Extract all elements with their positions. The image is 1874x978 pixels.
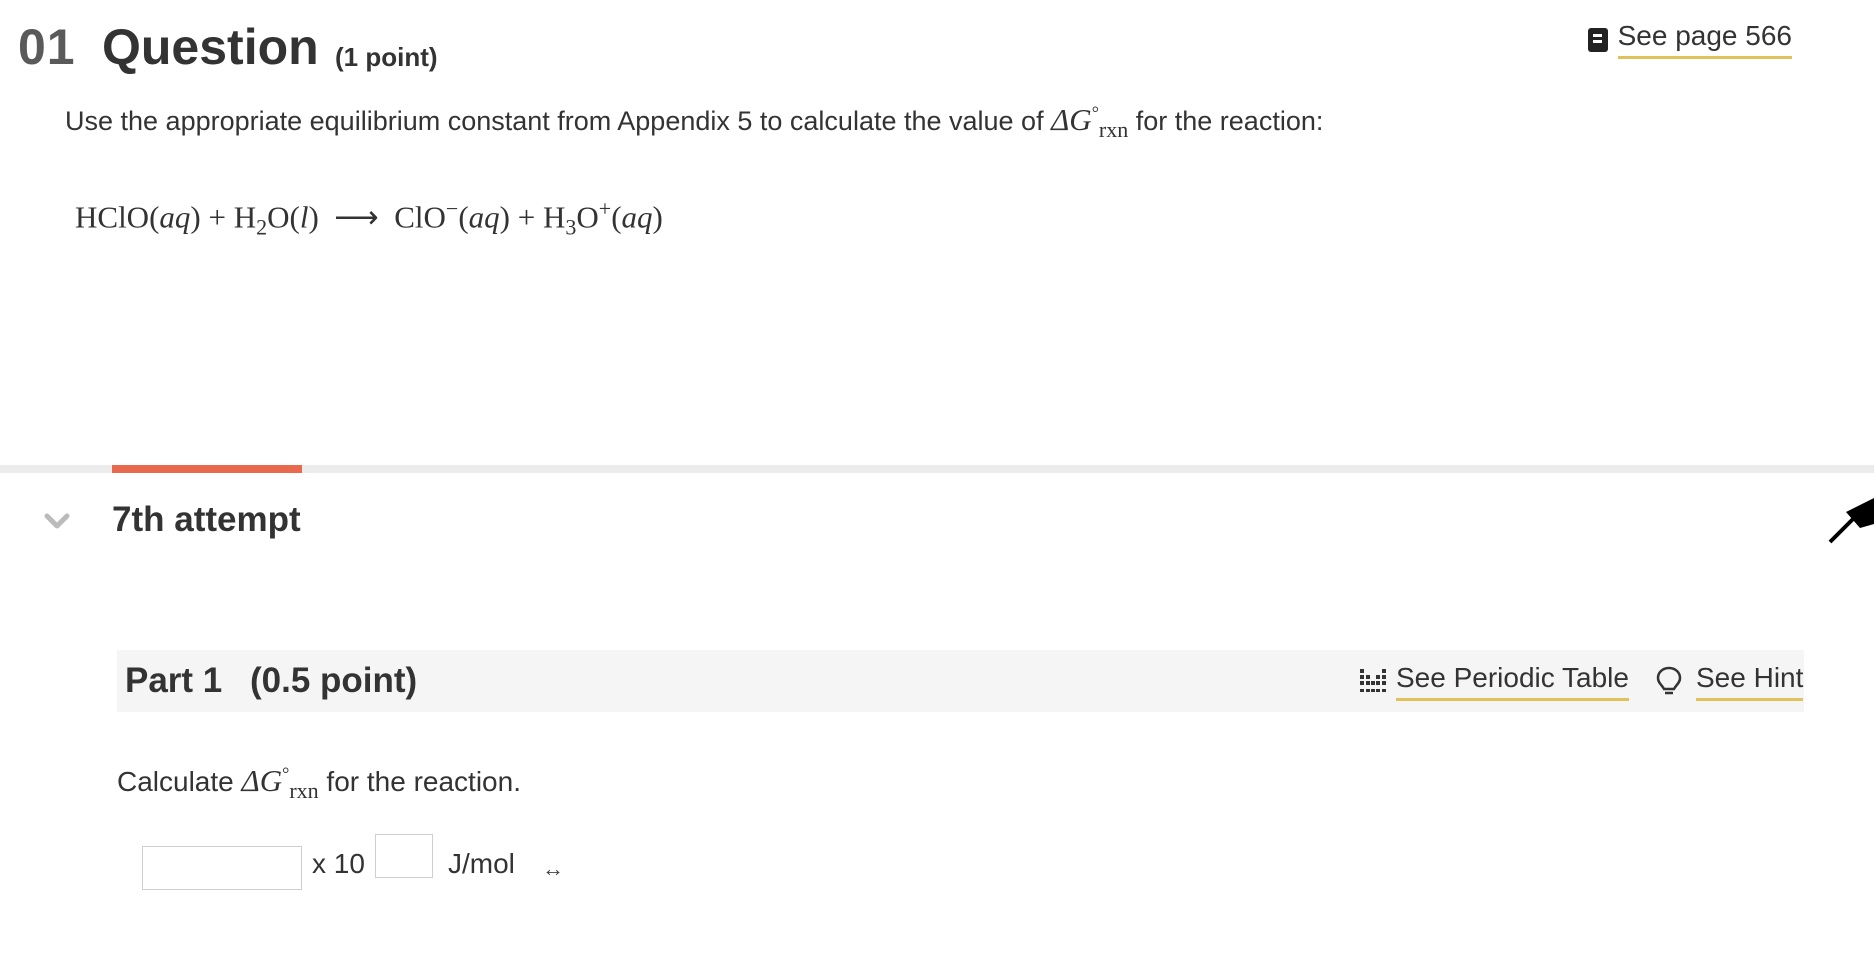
see-hint-link[interactable]: See Hint (1656, 662, 1804, 701)
delta-g-symbol: ΔG°rxn (1051, 102, 1129, 143)
ebook-icon (1587, 27, 1608, 52)
question-title: Question (102, 19, 319, 75)
hint-label[interactable]: See Hint (1696, 662, 1804, 701)
prompt-suffix: for the reaction: (1135, 106, 1324, 136)
delta-g-symbol: ΔG°rxn (241, 763, 319, 804)
mantissa-input-box[interactable] (142, 846, 302, 890)
question-number: 01 (18, 19, 76, 75)
attempt-label: 7th attempt (112, 500, 301, 539)
times-ten-label: x 10 (312, 848, 365, 879)
part-instruction: Calculate ΔG°rxn for the reaction. (117, 763, 521, 804)
chevron-down-icon[interactable] (42, 506, 72, 536)
part-label: Part 1 (125, 661, 223, 700)
reaction-equation: HClO(aq) + H2O(l) ⟶ ClO−(aq) + H3O+(aq) (75, 196, 663, 240)
attempt-progress-bar (112, 465, 302, 473)
see-page-link[interactable]: See page 566 (1587, 20, 1792, 59)
lightbulb-icon (1656, 666, 1682, 694)
see-periodic-table-link[interactable]: See Periodic Table (1358, 662, 1629, 701)
periodic-table-label[interactable]: See Periodic Table (1396, 662, 1629, 701)
exponent-input[interactable] (376, 835, 432, 877)
left-right-arrow-icon[interactable]: ↔ (542, 856, 564, 882)
periodic-table-icon (1360, 668, 1386, 692)
part-points: (0.5 point) (250, 661, 418, 700)
question-points: (1 point) (335, 42, 438, 72)
mantissa-input[interactable] (143, 847, 301, 889)
exponent-input-box[interactable] (375, 834, 433, 878)
prompt-prefix: Use the appropriate equilibrium constant… (65, 106, 1044, 136)
reaction-arrow: ⟶ (334, 199, 379, 235)
cursor-arrow-icon (1828, 498, 1874, 544)
see-page-label[interactable]: See page 566 (1617, 20, 1792, 59)
question-prompt: Use the appropriate equilibrium constant… (65, 102, 1323, 143)
unit-label: J/mol (448, 848, 515, 879)
